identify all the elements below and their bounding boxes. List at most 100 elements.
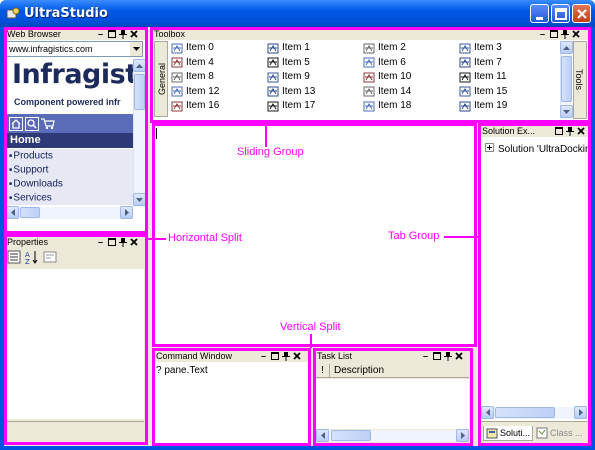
pane-maximize-icon[interactable] (106, 237, 117, 248)
toolbox-item[interactable]: Item 3 (459, 41, 502, 55)
browser-horizontal-scrollbar[interactable] (6, 206, 133, 219)
pane-minimize-icon[interactable]: – (258, 351, 269, 362)
link-products[interactable]: Products (6, 149, 134, 163)
pin-icon[interactable] (564, 126, 575, 137)
title-bar[interactable]: UltraStudio (0, 0, 595, 27)
toolbox-item[interactable]: Item 5 (267, 56, 310, 70)
pane-maximize-icon[interactable] (553, 126, 564, 137)
toolbox-item[interactable]: Item 1 (267, 41, 310, 55)
toolbox-item-icon (459, 57, 471, 68)
tab-class-view[interactable]: Class ... (536, 427, 583, 439)
link-support[interactable]: Support (6, 163, 134, 177)
scroll-thumb[interactable] (134, 74, 145, 110)
expand-icon[interactable] (485, 143, 494, 155)
pane-minimize-icon[interactable]: – (420, 351, 431, 362)
search-icon[interactable] (25, 116, 39, 131)
scroll-left-icon[interactable] (6, 206, 19, 219)
toolbox-item[interactable]: Item 15 (459, 85, 507, 99)
scroll-thumb[interactable] (495, 407, 555, 418)
scroll-up-icon[interactable] (560, 41, 573, 54)
scroll-thumb[interactable] (20, 207, 40, 218)
toolbox-item[interactable]: Item 14 (363, 85, 411, 99)
pin-icon[interactable] (559, 29, 570, 40)
address-bar[interactable]: www.infragistics.com (6, 41, 143, 57)
browser-vertical-scrollbar[interactable] (133, 59, 145, 207)
pane-close-icon[interactable] (575, 126, 586, 137)
app-icon (6, 7, 20, 19)
sort-alpha-icon[interactable]: AZ (25, 250, 39, 267)
scroll-left-icon[interactable] (316, 429, 329, 442)
pane-close-icon[interactable] (128, 29, 139, 40)
toolbox-item[interactable]: Item 17 (267, 99, 315, 113)
toolbox-item-icon (267, 86, 279, 97)
toolbox-item[interactable]: Item 4 (171, 56, 214, 70)
pane-maximize-icon[interactable] (548, 29, 559, 40)
scroll-down-icon[interactable] (560, 105, 573, 118)
toolbox-item[interactable]: Item 2 (363, 41, 406, 55)
toolbox-item[interactable]: Item 13 (267, 85, 315, 99)
task-list-horizontal-scrollbar[interactable] (316, 429, 469, 442)
pane-close-icon[interactable] (291, 351, 302, 362)
vertical-split-connector (310, 334, 312, 348)
toolbox-item-label: Item 2 (378, 42, 406, 53)
toolbox-item[interactable]: Item 0 (171, 41, 214, 55)
pane-minimize-icon[interactable]: – (537, 29, 548, 40)
scroll-thumb[interactable] (331, 430, 371, 441)
pin-icon[interactable] (280, 351, 291, 362)
logo-text: Infragist (12, 59, 134, 90)
toolbox-item[interactable]: Item 8 (171, 70, 214, 84)
toolbox-item[interactable]: Item 12 (171, 85, 219, 99)
property-pages-icon[interactable] (43, 250, 57, 267)
pin-icon[interactable] (117, 237, 128, 248)
link-downloads[interactable]: Downloads (6, 177, 134, 191)
home-icon[interactable] (9, 116, 23, 131)
toolbox-item[interactable]: Item 11 (459, 70, 507, 84)
pane-maximize-icon[interactable] (431, 351, 442, 362)
minimize-button[interactable] (530, 4, 549, 23)
home-heading: Home (6, 133, 134, 148)
pane-minimize-icon[interactable]: – (95, 237, 106, 248)
pane-maximize-icon[interactable] (269, 351, 280, 362)
column-flag[interactable]: ! (316, 364, 330, 377)
pane-close-icon[interactable] (128, 237, 139, 248)
cart-icon[interactable] (41, 117, 55, 131)
solution-horizontal-scrollbar[interactable] (481, 406, 587, 419)
tab-general[interactable]: General (154, 41, 168, 117)
toolbox-item[interactable]: Item 16 (171, 99, 219, 113)
toolbox-item[interactable]: Item 18 (363, 99, 411, 113)
toolbox-item[interactable]: Item 9 (267, 70, 310, 84)
toolbox-item[interactable]: Item 6 (363, 56, 406, 70)
close-button[interactable] (572, 4, 591, 23)
scroll-right-icon[interactable] (456, 429, 469, 442)
task-list-body[interactable] (316, 379, 469, 429)
scroll-thumb[interactable] (561, 56, 572, 102)
toolbox-item[interactable]: Item 7 (459, 56, 502, 70)
chevron-down-icon[interactable] (130, 42, 142, 56)
pane-minimize-icon[interactable]: – (95, 29, 106, 40)
link-services[interactable]: Services (6, 191, 134, 205)
tab-solution-explorer[interactable]: Soluti... (483, 425, 534, 441)
scroll-right-icon[interactable] (574, 406, 587, 419)
scroll-left-icon[interactable] (481, 406, 494, 419)
toolbox-item[interactable]: Item 10 (363, 70, 411, 84)
properties-grid[interactable] (6, 269, 144, 419)
toolbox-item-label: Item 14 (378, 85, 412, 97)
pin-icon[interactable] (442, 351, 453, 362)
scroll-up-icon[interactable] (133, 59, 145, 72)
scroll-down-icon[interactable] (133, 193, 145, 206)
solution-tree-item[interactable]: Solution 'UltraDocking (485, 143, 589, 155)
column-description[interactable]: Description (330, 364, 384, 377)
solution-explorer-pane: Solution Ex... Solution 'UltraDocking So… (480, 125, 589, 444)
pane-maximize-icon[interactable] (106, 29, 117, 40)
pin-icon[interactable] (117, 29, 128, 40)
toolbox-item-label: Item 11 (474, 71, 507, 82)
toolbox-item[interactable]: Item 19 (459, 99, 507, 113)
pane-close-icon[interactable] (570, 29, 581, 40)
tab-tools[interactable]: Tools (573, 41, 587, 119)
categorized-icon[interactable] (7, 250, 21, 267)
maximize-button[interactable] (551, 4, 570, 23)
command-text[interactable]: ? pane.Text (156, 365, 208, 376)
scroll-right-icon[interactable] (120, 206, 133, 219)
pane-close-icon[interactable] (453, 351, 464, 362)
toolbox-vertical-scrollbar[interactable] (560, 41, 573, 119)
